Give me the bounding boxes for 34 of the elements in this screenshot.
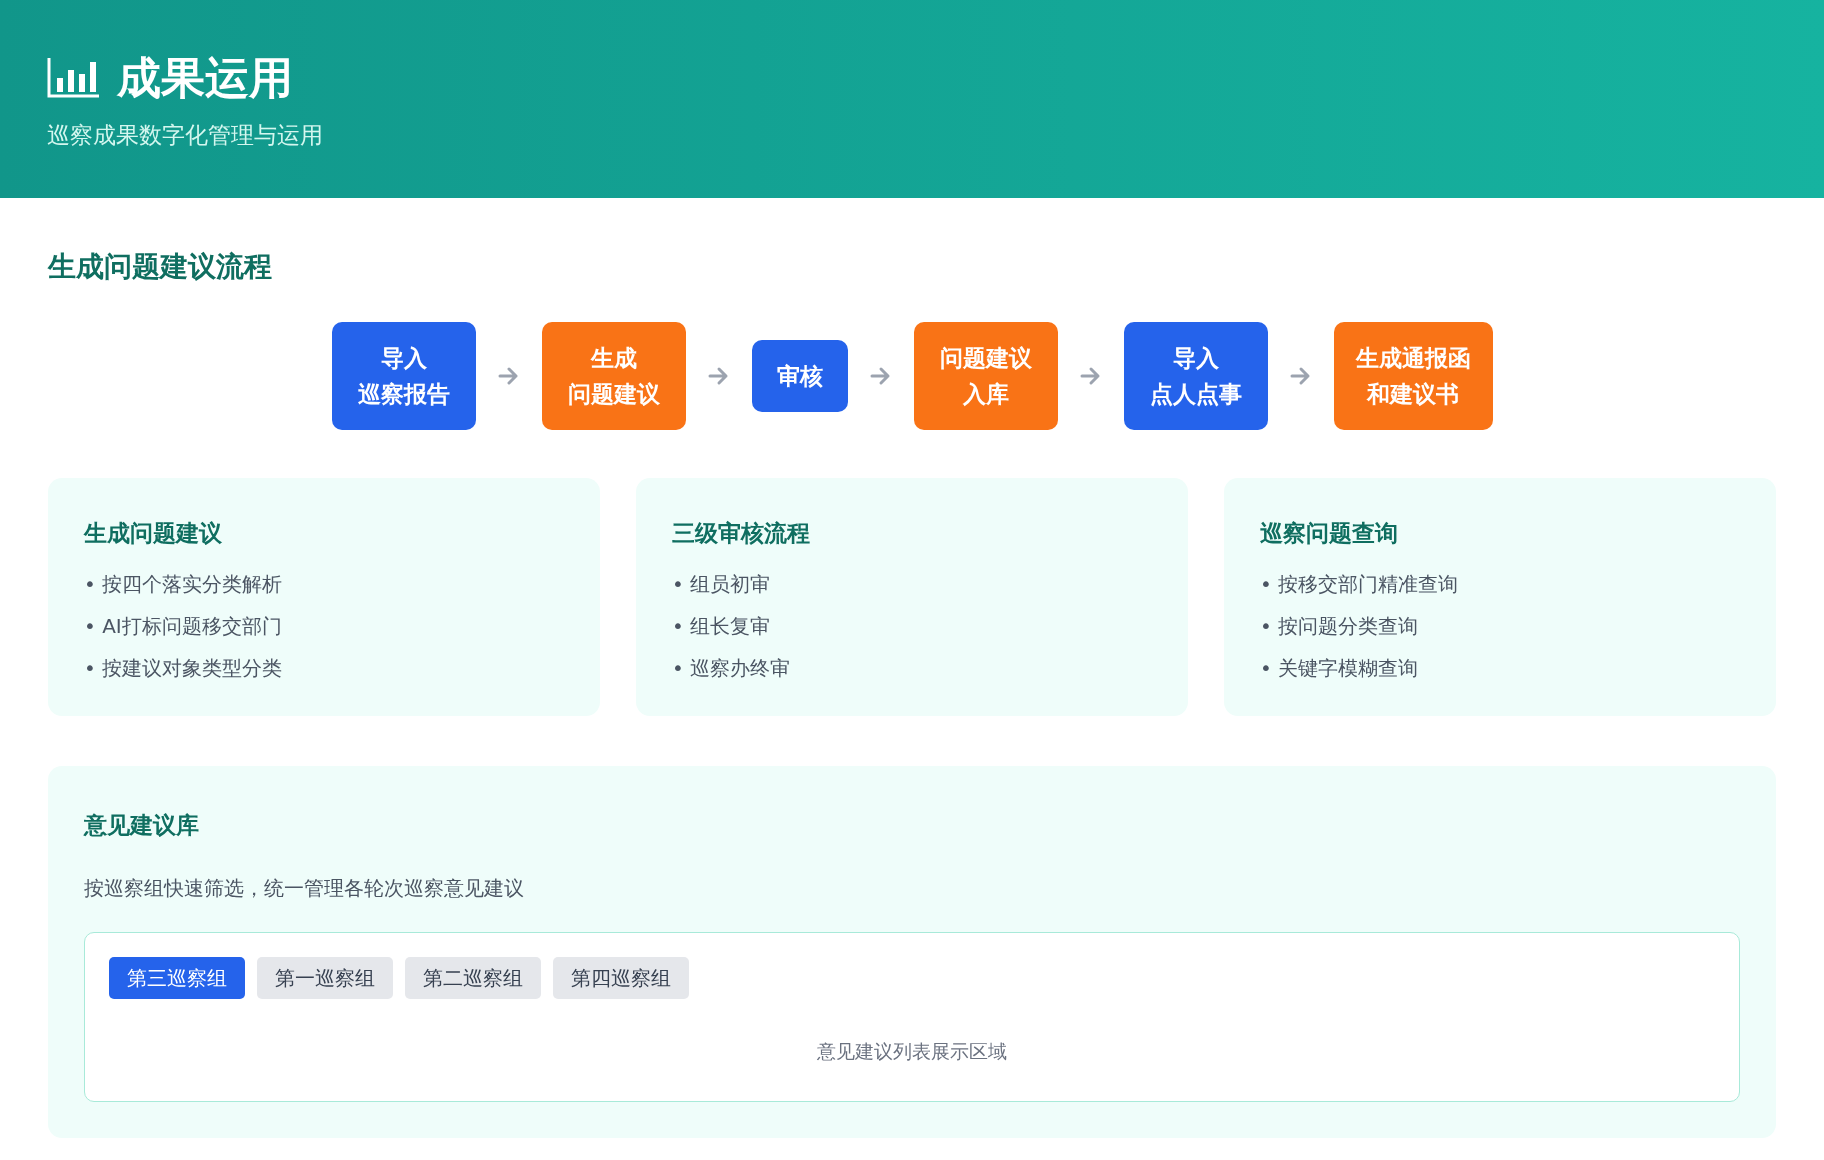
arrow-right-icon <box>869 366 892 386</box>
arrow-right-icon <box>1079 366 1102 386</box>
card-list-item: • 按建议对象类型分类 <box>84 655 284 682</box>
group-filter-tab[interactable]: 第三巡察组 <box>109 957 245 999</box>
card-list-item: • 巡察办终审 <box>672 655 792 682</box>
group-filter-tab[interactable]: 第一巡察组 <box>257 957 393 999</box>
panel-description: 按巡察组快速筛选，统一管理各轮次巡察意见建议 <box>84 875 525 902</box>
panel-title: 意见建议库 <box>84 811 200 840</box>
flow-step: 问题建议 入库 <box>913 322 1058 430</box>
card-list-item: • 按问题分类查询 <box>1260 613 1420 640</box>
flow-step: 导入 巡察报告 <box>331 322 476 430</box>
arrow-right-icon <box>707 366 730 386</box>
arrow-right-icon <box>497 366 520 386</box>
flow-step: 生成 问题建议 <box>541 322 686 430</box>
card-list-item: • AI打标问题移交部门 <box>84 613 283 640</box>
card-title: 巡察问题查询 <box>1260 519 1399 548</box>
flow-step: 生成通报函 和建议书 <box>1333 322 1493 430</box>
group-filter-tab[interactable]: 第四巡察组 <box>553 957 689 999</box>
card-list-item: • 组员初审 <box>672 571 772 598</box>
empty-list-message: 意见建议列表展示区域 <box>816 1039 1008 1064</box>
card-list-item: • 按移交部门精准查询 <box>1260 571 1460 598</box>
card-title: 三级审核流程 <box>672 519 811 548</box>
card-list-item: • 组长复审 <box>672 613 772 640</box>
section-title: 生成问题建议流程 <box>48 249 273 285</box>
flow-step: 审核 <box>751 340 848 412</box>
group-filter-tab[interactable]: 第二巡察组 <box>405 957 541 999</box>
card-title: 生成问题建议 <box>84 519 223 548</box>
page-title: 成果运用 <box>117 51 293 105</box>
arrow-right-icon <box>1289 366 1312 386</box>
card-list-item: • 关键字模糊查询 <box>1260 655 1420 682</box>
bar-chart-icon <box>47 58 99 98</box>
page-subtitle: 巡察成果数字化管理与运用 <box>47 121 324 150</box>
card-list-item: • 按四个落实分类解析 <box>84 571 284 598</box>
flow-step: 导入 点人点事 <box>1123 322 1268 430</box>
